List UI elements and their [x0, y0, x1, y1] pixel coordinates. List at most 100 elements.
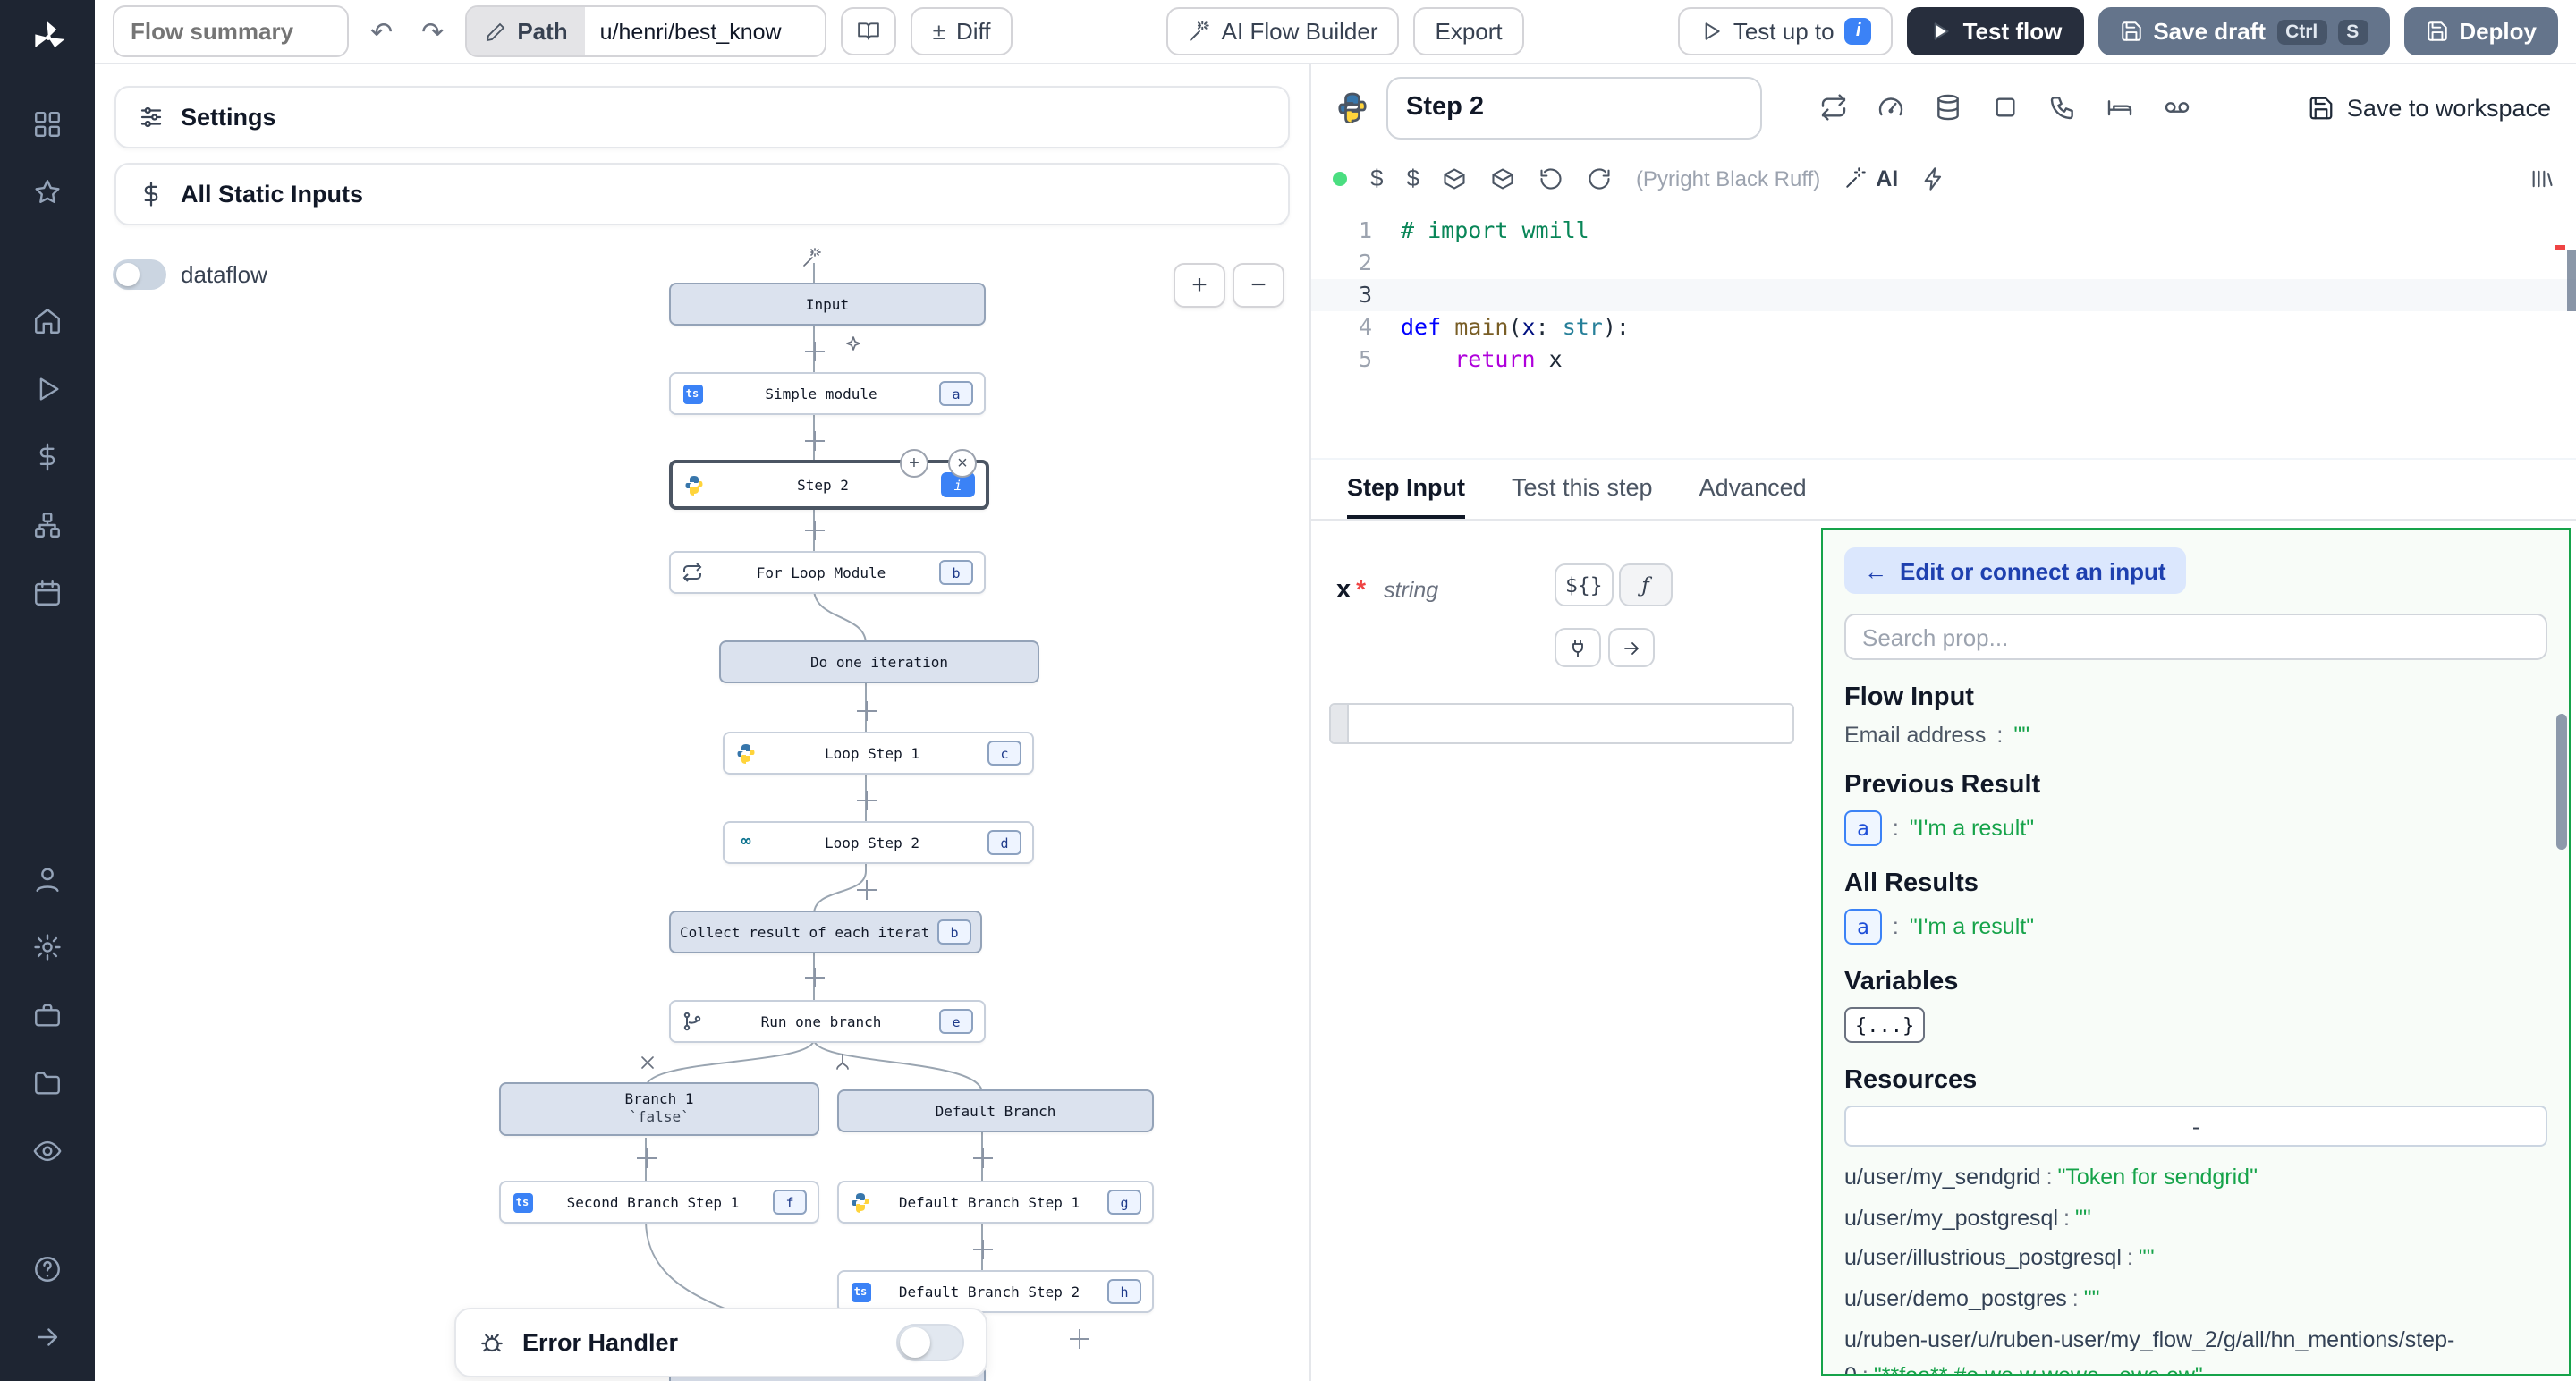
reload-cw-icon[interactable]: [1588, 165, 1613, 191]
audit-eye-icon[interactable]: [15, 1123, 80, 1177]
flow-node-default-branch[interactable]: Default Branch: [837, 1089, 1154, 1132]
retry-icon[interactable]: [1819, 93, 1848, 122]
close-x-icon[interactable]: [637, 1052, 658, 1073]
redo-button[interactable]: ↷: [414, 7, 451, 55]
reset-ccw-icon[interactable]: [1539, 165, 1564, 191]
resource-picker-icon[interactable]: $: [1406, 165, 1419, 191]
apps-grid-icon[interactable]: [15, 97, 80, 150]
variables-row[interactable]: {...}: [1844, 1007, 2547, 1043]
plug-icon-button[interactable]: [1555, 628, 1601, 667]
code-line[interactable]: 3: [1311, 279, 2576, 311]
lightning-bolt-icon[interactable]: [1921, 165, 1946, 191]
package-icon[interactable]: [1491, 165, 1516, 191]
flow-node-collect-result[interactable]: Collect result of each iteration b: [669, 911, 982, 953]
schedules-calendar-icon[interactable]: [15, 565, 80, 619]
sparkle-icon[interactable]: [843, 335, 864, 356]
settings-bar[interactable]: Settings: [114, 86, 1290, 148]
flow-node-loop-step-1[interactable]: Loop Step 1 c: [723, 732, 1034, 775]
result-key-badge[interactable]: a: [1844, 810, 1882, 846]
collapse-arrow-icon[interactable]: [15, 1309, 80, 1363]
windmill-logo-icon[interactable]: [28, 18, 67, 57]
function-mode-button[interactable]: ƒ: [1619, 563, 1673, 606]
flow-node-step-2[interactable]: Step 2 i: [669, 460, 989, 510]
folders-icon[interactable]: [15, 1055, 80, 1109]
mock-voicemail-icon[interactable]: [2163, 93, 2191, 122]
add-branch-icon[interactable]: [832, 1052, 853, 1073]
runs-play-icon[interactable]: [15, 361, 80, 415]
save-to-workspace-button[interactable]: Save to workspace: [2308, 94, 2551, 121]
argument-value-input[interactable]: [1329, 703, 1794, 744]
tab-advanced[interactable]: Advanced: [1699, 460, 1807, 519]
diff-button[interactable]: ± Diff: [911, 7, 1013, 55]
error-handler-toggle[interactable]: [896, 1324, 964, 1361]
library-panel-icon[interactable]: [2529, 165, 2555, 191]
suspend-phone-icon[interactable]: [2048, 93, 2077, 122]
tab-test-this-step[interactable]: Test this step: [1512, 460, 1653, 519]
move-cross-icon[interactable]: [857, 880, 877, 900]
move-cross-icon[interactable]: [857, 701, 877, 721]
move-cross-icon[interactable]: [805, 968, 825, 987]
undo-button[interactable]: ↶: [363, 7, 400, 55]
resource-row[interactable]: u/user/my_sendgrid:"Token for sendgrid": [1844, 1159, 2547, 1196]
code-line[interactable]: 5 return x: [1311, 343, 2576, 376]
move-cross-icon[interactable]: [637, 1148, 657, 1168]
path-input[interactable]: [586, 7, 826, 55]
move-cross-icon[interactable]: [805, 521, 825, 540]
code-line[interactable]: 2: [1311, 247, 2576, 279]
export-button[interactable]: Export: [1414, 7, 1524, 55]
zoom-out-button[interactable]: −: [1233, 263, 1284, 308]
save-draft-button[interactable]: Save draft Ctrl S: [2097, 7, 2389, 55]
workers-briefcase-icon[interactable]: [15, 987, 80, 1041]
connect-panel-scrollbar[interactable]: [2556, 714, 2567, 850]
flow-input-row[interactable]: Email address : "": [1844, 723, 2547, 748]
move-cross-icon[interactable]: [857, 791, 877, 810]
home-icon[interactable]: [15, 293, 80, 347]
concurrency-gauge-icon[interactable]: [1877, 93, 1905, 122]
resource-row[interactable]: u/user/my_postgresql:"": [1844, 1199, 2547, 1236]
path-button[interactable]: Path: [467, 7, 585, 55]
deploy-button[interactable]: Deploy: [2403, 7, 2558, 55]
flow-node-default-branch-step-2[interactable]: ts Default Branch Step 2 h: [837, 1270, 1154, 1313]
all-static-inputs-bar[interactable]: All Static Inputs: [114, 163, 1290, 225]
docs-book-button[interactable]: [842, 7, 897, 55]
expression-mode-button[interactable]: ${}: [1555, 563, 1614, 606]
ai-wand-icon[interactable]: [801, 247, 823, 268]
flow-node-loop-step-2[interactable]: ∞ Loop Step 2 d: [723, 821, 1034, 864]
code-editor[interactable]: 1# import wmill234def main(x: str):5 ret…: [1311, 204, 2576, 458]
resources-hub-icon[interactable]: [15, 497, 80, 551]
step-title-input[interactable]: [1386, 76, 1762, 139]
zoom-in-button[interactable]: +: [1174, 263, 1225, 308]
resource-row[interactable]: u/ruben-user/u/ruben-user/my_flow_2/g/al…: [1844, 1321, 2547, 1376]
cache-database-icon[interactable]: [1934, 93, 1962, 122]
move-cross-icon[interactable]: [1070, 1329, 1089, 1349]
ai-flow-builder-button[interactable]: AI Flow Builder: [1166, 7, 1400, 55]
early-stop-square-icon[interactable]: [1991, 93, 2020, 122]
user-icon[interactable]: [15, 851, 80, 905]
resource-row[interactable]: u/user/demo_postgres:"": [1844, 1281, 2547, 1317]
variables-dollar-icon[interactable]: [15, 429, 80, 483]
move-cross-icon[interactable]: [973, 1240, 993, 1259]
search-prop-input[interactable]: [1844, 614, 2547, 660]
tab-step-input[interactable]: Step Input: [1347, 460, 1465, 519]
flow-node-default-branch-step-1[interactable]: Default Branch Step 1 g: [837, 1181, 1154, 1224]
add-step-circle-button[interactable]: +: [900, 449, 928, 478]
package-icon[interactable]: [1443, 165, 1468, 191]
remove-step-circle-button[interactable]: ×: [948, 449, 977, 478]
move-cross-icon[interactable]: [805, 342, 825, 361]
sleep-icon[interactable]: [2106, 93, 2134, 122]
move-cross-icon[interactable]: [805, 431, 825, 451]
dataflow-toggle[interactable]: [113, 259, 166, 290]
move-cross-icon[interactable]: [973, 1148, 993, 1168]
test-up-to-button[interactable]: Test up to i: [1678, 7, 1894, 55]
flow-node-for-loop[interactable]: For Loop Module b: [669, 551, 986, 594]
flow-node-simple-module[interactable]: ts Simple module a: [669, 372, 986, 415]
all-results-row[interactable]: a : "I'm a result": [1844, 909, 2547, 945]
code-line[interactable]: 1# import wmill: [1311, 215, 2576, 247]
resources-filter-input[interactable]: [1844, 1106, 2547, 1147]
ai-assistant-button[interactable]: AI: [1843, 165, 1898, 191]
variable-picker-icon[interactable]: $: [1370, 165, 1383, 191]
flow-node-branch-1[interactable]: Branch 1 `false`: [499, 1082, 819, 1136]
edit-or-connect-button[interactable]: ← Edit or connect an input: [1844, 547, 2186, 594]
flow-node-second-branch-step-1[interactable]: ts Second Branch Step 1 f: [499, 1181, 819, 1224]
arrow-right-button[interactable]: [1608, 628, 1655, 667]
